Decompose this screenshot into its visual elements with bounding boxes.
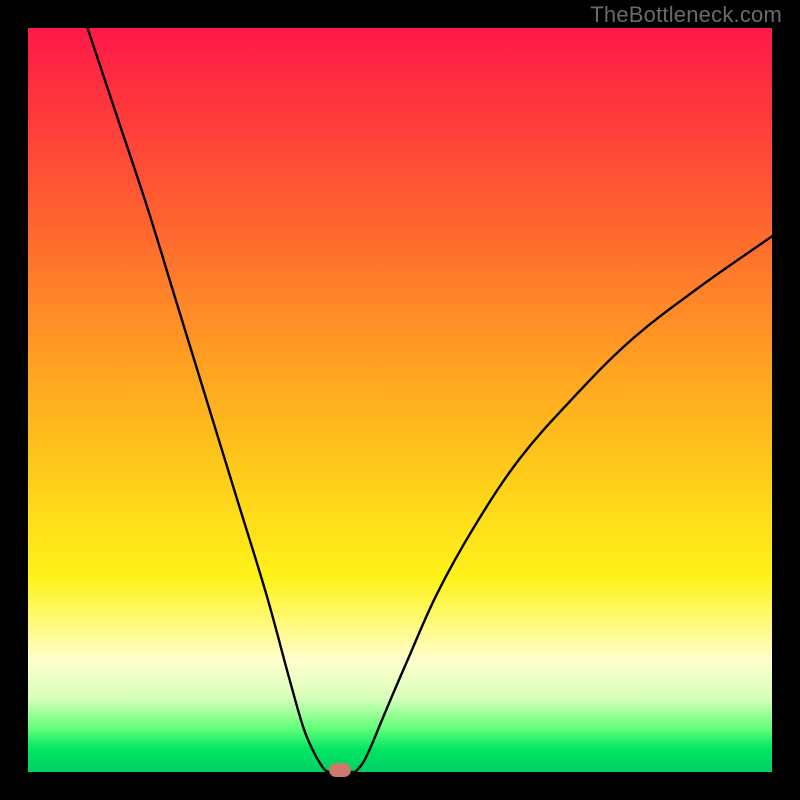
curve-svg (28, 28, 772, 772)
bottleneck-marker (329, 763, 351, 777)
chart-frame: TheBottleneck.com (0, 0, 800, 800)
watermark-text: TheBottleneck.com (590, 2, 782, 28)
curve-right (355, 236, 772, 772)
curve-left (88, 28, 330, 772)
